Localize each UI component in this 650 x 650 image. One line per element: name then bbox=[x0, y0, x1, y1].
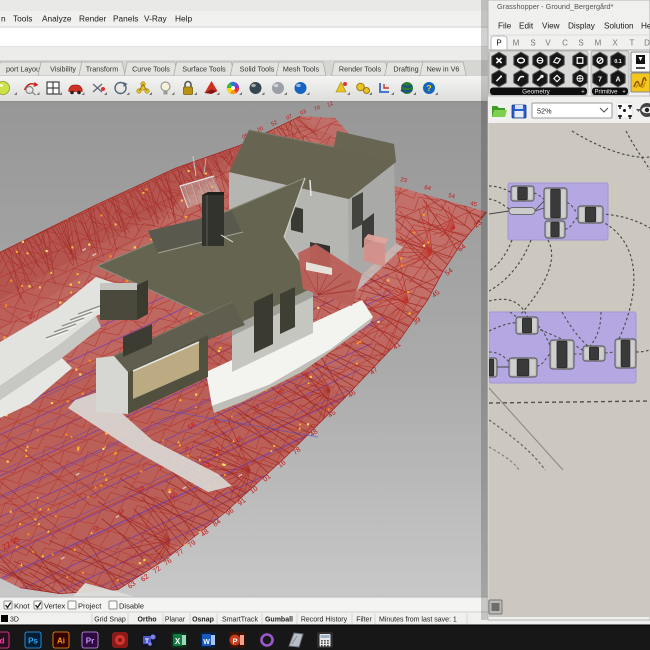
svg-text:V-Ray: V-Ray bbox=[144, 14, 167, 24]
svg-text:He: He bbox=[641, 22, 650, 31]
svg-text:Osnap: Osnap bbox=[192, 617, 214, 624]
svg-text:File: File bbox=[498, 22, 512, 31]
svg-text:+: + bbox=[622, 90, 626, 96]
svg-text:M: M bbox=[595, 39, 602, 48]
svg-text:Disable: Disable bbox=[119, 602, 144, 611]
svg-text:n: n bbox=[1, 14, 6, 24]
svg-text:Display: Display bbox=[568, 22, 596, 31]
svg-text:T: T bbox=[630, 39, 635, 48]
svg-text:S: S bbox=[530, 39, 535, 48]
svg-text:Grid Snap: Grid Snap bbox=[94, 617, 126, 624]
svg-text:SmartTrack: SmartTrack bbox=[222, 617, 258, 624]
svg-text:X: X bbox=[612, 39, 618, 48]
svg-text:Record History: Record History bbox=[301, 617, 348, 624]
svg-text:S: S bbox=[578, 39, 583, 48]
svg-text:X: X bbox=[175, 637, 181, 646]
svg-text:Render: Render bbox=[79, 14, 106, 24]
svg-text:Ai: Ai bbox=[57, 637, 65, 646]
svg-text:Solid Tools: Solid Tools bbox=[240, 65, 275, 74]
svg-text:Tools: Tools bbox=[13, 14, 32, 24]
svg-text:C: C bbox=[562, 39, 568, 48]
svg-text:Surface Tools: Surface Tools bbox=[182, 65, 226, 74]
svg-text:3D: 3D bbox=[10, 617, 19, 624]
svg-text:Help: Help bbox=[175, 14, 192, 24]
svg-text:Mesh Tools: Mesh Tools bbox=[283, 65, 320, 74]
svg-text:Grasshopper - Ground_Bergergår: Grasshopper - Ground_Bergergård* bbox=[497, 2, 614, 11]
svg-text:7: 7 bbox=[598, 76, 602, 83]
svg-text:Transform: Transform bbox=[86, 65, 118, 74]
svg-text:D: D bbox=[644, 39, 650, 48]
svg-text:Pr: Pr bbox=[86, 637, 94, 646]
svg-text:Drafting: Drafting bbox=[393, 65, 418, 74]
svg-text:Project: Project bbox=[78, 602, 102, 611]
svg-text:Visibility: Visibility bbox=[50, 65, 76, 74]
svg-text:port Layout: port Layout bbox=[6, 65, 42, 74]
svg-text:Curve Tools: Curve Tools bbox=[132, 65, 170, 74]
svg-text:P: P bbox=[496, 39, 501, 48]
svg-text:New in V6: New in V6 bbox=[427, 65, 460, 74]
svg-text:Geometry: Geometry bbox=[522, 89, 550, 96]
svg-text:Primitive: Primitive bbox=[594, 90, 618, 96]
svg-text:A: A bbox=[615, 76, 620, 83]
svg-text:P: P bbox=[232, 637, 237, 646]
svg-text:W: W bbox=[203, 639, 210, 646]
svg-text:Solution: Solution bbox=[604, 22, 634, 31]
svg-text:Edit: Edit bbox=[519, 22, 534, 31]
svg-text:Ortho: Ortho bbox=[137, 617, 156, 624]
svg-text:Planar: Planar bbox=[165, 617, 186, 624]
svg-text:Vertex: Vertex bbox=[44, 602, 66, 611]
svg-text:0.1: 0.1 bbox=[614, 59, 621, 65]
svg-text:Minutes from last save: 1: Minutes from last save: 1 bbox=[379, 617, 457, 624]
svg-text:Analyze: Analyze bbox=[42, 14, 72, 24]
svg-text:52%: 52% bbox=[537, 107, 552, 116]
svg-text:Knot: Knot bbox=[14, 602, 30, 611]
svg-text:Render Tools: Render Tools bbox=[339, 65, 382, 74]
svg-text:Filter: Filter bbox=[356, 617, 372, 624]
svg-text:View: View bbox=[542, 22, 560, 31]
svg-text:Id: Id bbox=[0, 637, 5, 646]
svg-text:+: + bbox=[581, 89, 585, 96]
svg-text:M: M bbox=[513, 39, 520, 48]
svg-text:Gumball: Gumball bbox=[265, 617, 293, 624]
svg-text:Panels: Panels bbox=[113, 14, 138, 24]
svg-text:V: V bbox=[545, 39, 551, 48]
svg-text:Ps: Ps bbox=[28, 637, 38, 646]
svg-text:?: ? bbox=[426, 83, 431, 93]
